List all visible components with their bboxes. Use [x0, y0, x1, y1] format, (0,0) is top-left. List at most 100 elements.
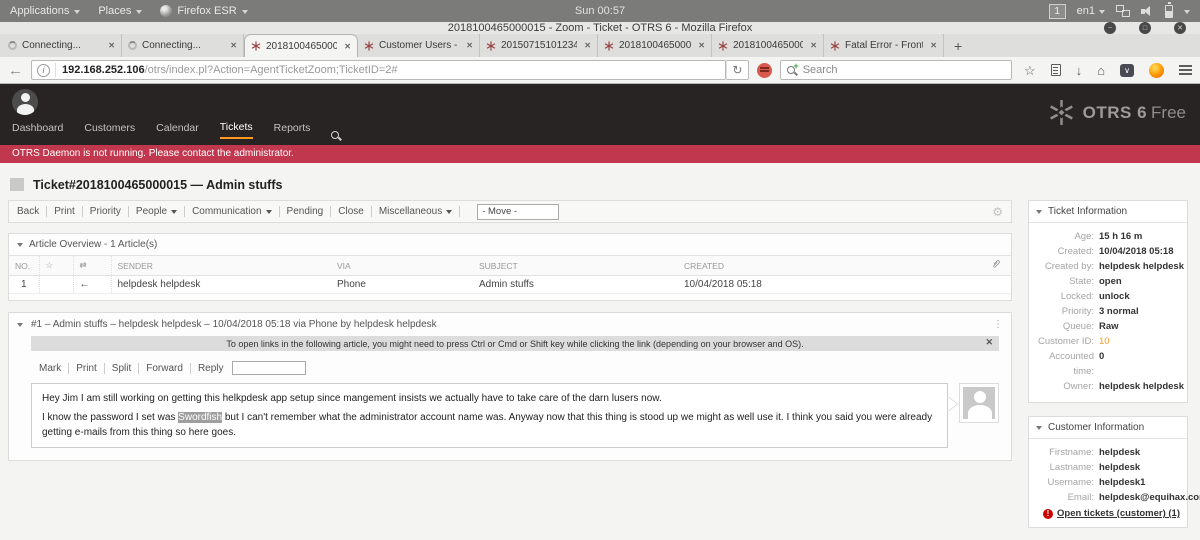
article-overview-header[interactable]: Article Overview - 1 Article(s)	[9, 234, 1011, 255]
article-sender: helpdesk helpdesk	[111, 276, 331, 294]
tab-ticket-2018-a[interactable]: 2018100465000015 -... ✕	[598, 34, 712, 57]
action-communication-menu[interactable]: Communication	[192, 206, 271, 217]
attachment-column-icon	[985, 256, 1011, 276]
article-action-reply[interactable]: Reply	[198, 363, 224, 374]
volume-muted-icon[interactable]	[1141, 6, 1154, 17]
page-info-icon[interactable]: i	[37, 64, 50, 77]
clock[interactable]: Sun 00:57	[0, 5, 1200, 17]
ticket-sidebar: Ticket Information Age:15 h 16 m Created…	[1028, 200, 1188, 540]
action-people-menu[interactable]: People	[136, 206, 177, 217]
article-action-split[interactable]: Split	[112, 363, 131, 374]
otrs-favicon	[486, 41, 496, 51]
col-sender[interactable]: SENDER	[111, 256, 331, 276]
tab-customer-users[interactable]: Customer Users - Cus... ✕	[358, 34, 480, 57]
search-bar[interactable]: +	[780, 60, 1012, 80]
tab-close-icon[interactable]: ✕	[106, 41, 115, 50]
tab-close-icon[interactable]: ✕	[696, 41, 705, 50]
url-text: 192.168.252.106/otrs/index.pl?Action=Age…	[62, 64, 725, 76]
firefox-account-icon[interactable]	[1149, 63, 1164, 78]
reply-template-input[interactable]	[232, 361, 306, 375]
article-row[interactable]: 1 ← helpdesk helpdesk Phone Admin stuffs…	[9, 276, 1011, 294]
collapse-triangle-icon[interactable]	[17, 323, 23, 327]
priority-value: 3 normal	[1099, 304, 1139, 319]
state-value: open	[1099, 274, 1122, 289]
article-info-icon[interactable]: ⋮	[993, 319, 1003, 330]
loading-spinner-icon	[128, 41, 137, 50]
col-via[interactable]: VIA	[331, 256, 473, 276]
action-pending[interactable]: Pending	[287, 206, 324, 217]
system-menu-chevron-icon[interactable]	[1184, 10, 1190, 14]
nav-calendar[interactable]: Calendar	[156, 122, 199, 138]
article-detail-widget: #1 – Admin stuffs – helpdesk helpdesk – …	[8, 312, 1012, 461]
close-button[interactable]: ✕	[1174, 22, 1186, 34]
tab-close-icon[interactable]: ✕	[342, 42, 351, 51]
battery-icon[interactable]	[1165, 5, 1173, 18]
article-action-print[interactable]: Print	[76, 363, 97, 374]
action-miscellaneous-menu[interactable]: Miscellaneous	[379, 206, 452, 217]
tab-close-icon[interactable]: ✕	[228, 41, 237, 50]
article-action-mark[interactable]: Mark	[39, 363, 61, 374]
col-no[interactable]: NO.	[9, 256, 39, 276]
move-queue-input[interactable]	[477, 204, 559, 220]
col-created[interactable]: CREATED	[678, 256, 985, 276]
maximize-button[interactable]: □	[1139, 22, 1151, 34]
minimize-button[interactable]: −	[1104, 22, 1116, 34]
otrs-favicon	[830, 41, 840, 51]
firstname-value: helpdesk	[1099, 445, 1140, 460]
customer-id-link[interactable]: 10	[1099, 334, 1110, 349]
settings-gear-icon[interactable]: ⚙	[992, 205, 1003, 219]
open-tickets-link[interactable]: Open tickets (customer) (1)	[1057, 508, 1180, 519]
action-back[interactable]: Back	[17, 206, 39, 217]
otrs-favicon	[718, 41, 728, 51]
customer-information-header[interactable]: Customer Information	[1029, 417, 1187, 439]
star-column-icon[interactable]: ☆	[39, 256, 73, 276]
nav-customers[interactable]: Customers	[84, 122, 135, 138]
library-icon[interactable]	[1051, 64, 1061, 76]
back-button[interactable]: ←	[8, 63, 23, 78]
tab-close-icon[interactable]: ✕	[928, 41, 937, 50]
tab-close-icon[interactable]: ✕	[464, 41, 473, 50]
home-icon[interactable]: ⌂	[1097, 64, 1105, 77]
search-input[interactable]	[803, 64, 1005, 76]
pocket-icon[interactable]: ∨	[1120, 64, 1134, 77]
extension-icon[interactable]	[757, 63, 772, 78]
queue-value: Raw	[1099, 319, 1119, 334]
agent-avatar[interactable]	[12, 89, 38, 115]
chevron-down-icon	[1099, 10, 1105, 14]
tab-fatal-error[interactable]: Fatal Error - Frontend... ✕	[824, 34, 944, 57]
workspace-indicator[interactable]: 1	[1049, 4, 1066, 19]
direction-column-icon[interactable]: ⇄	[73, 256, 111, 276]
chevron-down-icon	[266, 210, 272, 214]
action-priority[interactable]: Priority	[90, 206, 121, 217]
tab-ticket-zoom-active[interactable]: 2018100465000015 -... ✕	[244, 34, 358, 57]
article-action-forward[interactable]: Forward	[146, 363, 183, 374]
keyboard-layout-indicator[interactable]: en1	[1077, 5, 1105, 17]
nav-tickets[interactable]: Tickets	[220, 121, 253, 139]
tab-close-icon[interactable]: ✕	[808, 41, 817, 50]
otrs-favicon	[604, 41, 614, 51]
highlighted-password-text: Swordfish	[178, 412, 222, 423]
downloads-icon[interactable]: ↓	[1076, 64, 1083, 77]
action-close[interactable]: Close	[338, 206, 364, 217]
network-icon[interactable]	[1116, 5, 1130, 17]
nav-dashboard[interactable]: Dashboard	[12, 122, 63, 138]
bookmark-star-icon[interactable]: ☆	[1024, 64, 1036, 77]
article-created: 10/04/2018 05:18	[678, 276, 985, 294]
tab-ticket-2018-b[interactable]: 2018100465000015 -... ✕	[712, 34, 824, 57]
tab-connecting-1[interactable]: Connecting... ✕	[2, 34, 122, 57]
notice-close-icon[interactable]: ✕	[985, 337, 993, 348]
otrs-favicon	[251, 41, 261, 51]
reload-button[interactable]: ↻	[726, 60, 749, 80]
url-bar[interactable]: i 192.168.252.106/otrs/index.pl?Action=A…	[31, 60, 726, 80]
action-print[interactable]: Print	[54, 206, 75, 217]
new-tab-button[interactable]: +	[944, 38, 972, 57]
tab-connecting-2[interactable]: Connecting... ✕	[122, 34, 244, 57]
nav-reports[interactable]: Reports	[274, 122, 311, 138]
ticket-information-header[interactable]: Ticket Information	[1029, 201, 1187, 223]
col-subject[interactable]: SUBJECT	[473, 256, 678, 276]
hamburger-menu-icon[interactable]	[1179, 65, 1192, 67]
accounted-time-value: 0	[1099, 349, 1104, 364]
tab-ticket-2015[interactable]: 2015071510123456 -... ✕	[480, 34, 598, 57]
tab-close-icon[interactable]: ✕	[582, 41, 591, 50]
article-via: Phone	[331, 276, 473, 294]
